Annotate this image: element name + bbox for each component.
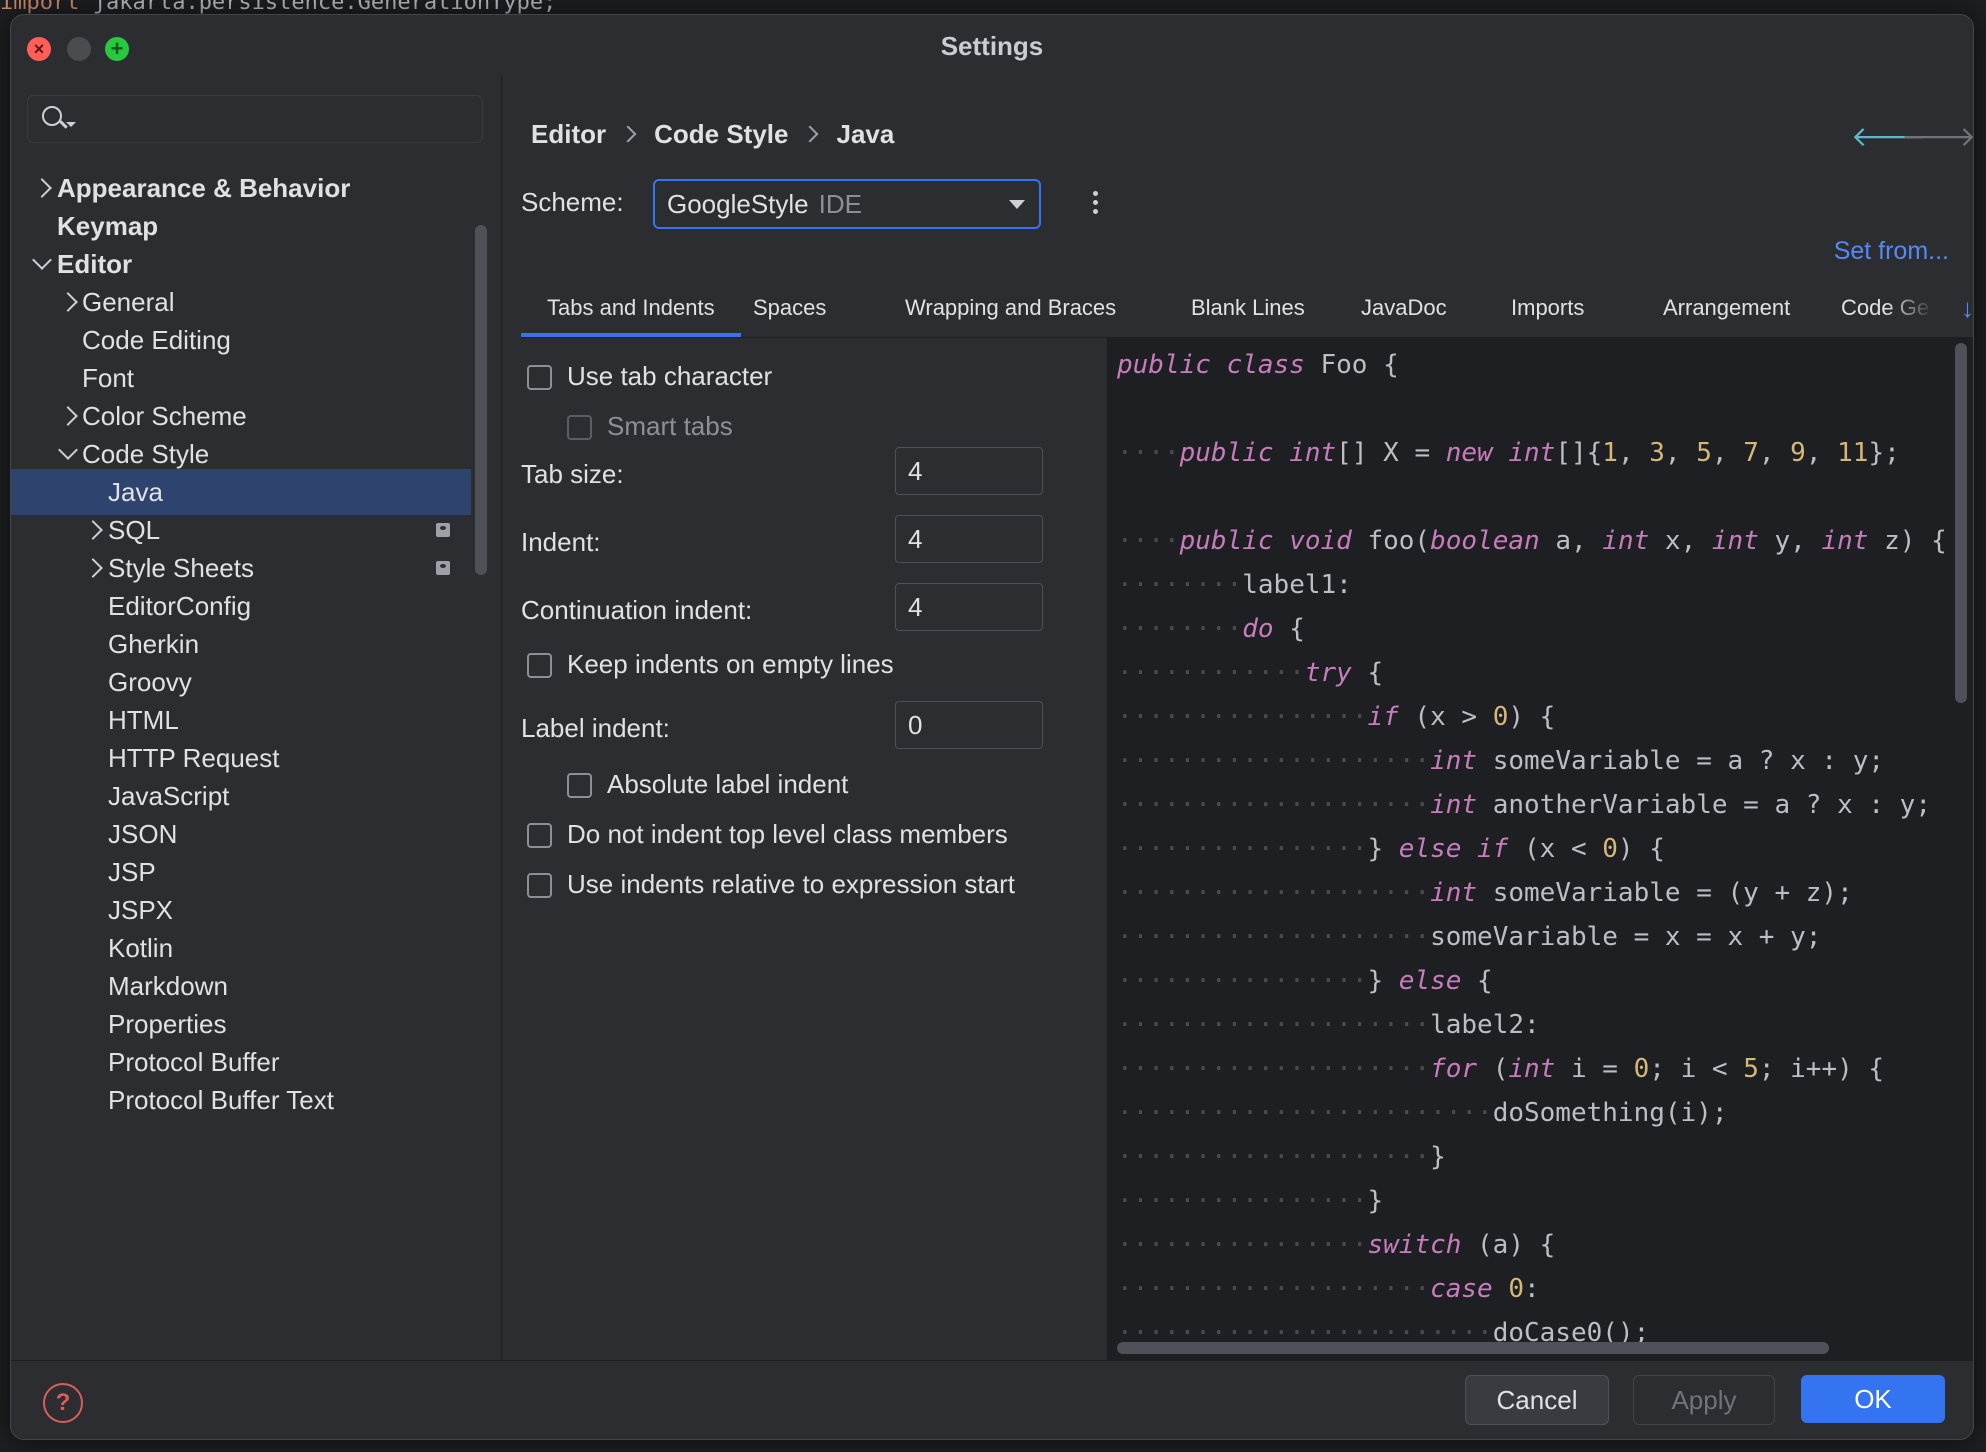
chevron-right-icon — [83, 558, 103, 578]
tab-tabs-and-indents[interactable]: Tabs and Indents — [521, 295, 741, 337]
checkbox-icon — [527, 823, 552, 848]
indent-label: Indent: — [521, 527, 601, 557]
scheme-dropdown[interactable]: GoogleStyle IDE — [653, 179, 1041, 229]
tab-size-label: Tab size: — [521, 459, 624, 489]
chevron-right-icon — [32, 178, 52, 198]
tab-overflow-arrow-icon[interactable]: ↓ — [1961, 293, 1973, 324]
project-scope-icon — [436, 561, 450, 575]
checkbox-icon — [527, 873, 552, 898]
checkbox-icon — [567, 773, 592, 798]
ok-button[interactable]: OK — [1801, 1375, 1945, 1423]
sidebar-scrollbar[interactable] — [475, 225, 487, 575]
indent-field[interactable]: 4 — [895, 515, 1043, 563]
chevron-down-icon — [58, 440, 78, 460]
project-scope-icon — [436, 523, 450, 537]
code-preview: public class Foo { ····public int[] X = … — [1107, 337, 1973, 1360]
tab-size-field[interactable]: 4 — [895, 447, 1043, 495]
checkbox-icon — [567, 415, 592, 440]
continuation-indent-label: Continuation indent: — [521, 595, 753, 625]
settings-content: Editor Code Style Java 🡐 🡒 Scheme: GoogleS… — [501, 75, 1973, 1360]
chevron-right-icon — [83, 520, 103, 540]
tree-item-label: Protocol Buffer Text — [108, 1085, 334, 1115]
tabs-and-indents-options: Use tab character Smart tabs Tab size: 4… — [501, 337, 1108, 1360]
apply-button[interactable]: Apply — [1633, 1375, 1775, 1425]
search-icon — [42, 106, 62, 126]
settings-sidebar: Appearance & Behavior Keymap Editor Gene… — [11, 75, 502, 1360]
tab-javadoc[interactable]: JavaDoc — [1361, 295, 1447, 321]
more-actions-icon[interactable] — [1093, 191, 1099, 218]
chevron-down-icon — [1009, 200, 1025, 209]
help-icon[interactable]: ? — [43, 1383, 83, 1423]
tab-imports[interactable]: Imports — [1511, 295, 1584, 321]
dialog-title: Settings — [940, 31, 1044, 61]
search-history-chevron-icon[interactable] — [66, 122, 76, 127]
code-preview-horizontal-scrollbar[interactable] — [1117, 1342, 1829, 1354]
breadcrumb-item-code-style[interactable]: Code Style — [654, 119, 788, 149]
code-style-tabs: Tabs and Indents Spaces Wrapping and Bra… — [521, 285, 1973, 338]
settings-dialog: × + Settings Appearance & Behavior Keyma… — [10, 14, 1974, 1440]
code-preview-vertical-scrollbar[interactable] — [1955, 343, 1967, 703]
label-indent-field[interactable]: 0 — [895, 701, 1043, 749]
scheme-value: GoogleStyle IDE — [667, 189, 862, 219]
tab-wrapping-and-braces[interactable]: Wrapping and Braces — [905, 295, 1116, 321]
label-indent-label: Label indent: — [521, 713, 670, 743]
tree-item-protocol-buffer-text[interactable]: Protocol Buffer Text — [11, 1077, 471, 1123]
set-from-link[interactable]: Set from... — [1834, 237, 1949, 266]
title-bar: × + Settings — [11, 15, 1973, 75]
tab-spaces[interactable]: Spaces — [753, 295, 826, 321]
breadcrumb-item-editor[interactable]: Editor — [531, 119, 606, 149]
checkbox-icon — [527, 653, 552, 678]
chevron-right-icon — [58, 292, 78, 312]
breadcrumb-separator-icon — [619, 125, 637, 143]
scheme-scope: IDE — [818, 189, 862, 219]
checkbox-icon — [527, 365, 552, 390]
code-preview-text: public class Foo { ····public int[] X = … — [1117, 350, 1947, 1348]
dialog-footer: ? Cancel Apply OK — [11, 1360, 1973, 1439]
cancel-button[interactable]: Cancel — [1465, 1375, 1609, 1425]
chevron-right-icon — [58, 406, 78, 426]
forward-arrow-icon[interactable]: 🡒 — [1901, 119, 1973, 153]
chevron-down-icon — [32, 250, 52, 270]
tab-overflow-fade — [1886, 285, 1966, 333]
settings-search-input[interactable] — [27, 95, 483, 143]
tab-arrangement[interactable]: Arrangement — [1663, 295, 1790, 321]
breadcrumb-separator-icon — [801, 125, 819, 143]
background-code-line: import jakarta.persistence.GenerationTyp… — [0, 0, 557, 15]
scheme-label: Scheme: — [521, 187, 624, 217]
breadcrumb-item-java: Java — [836, 119, 895, 149]
breadcrumb: Editor Code Style Java — [531, 119, 894, 150]
tab-blank-lines[interactable]: Blank Lines — [1191, 295, 1305, 321]
continuation-indent-field[interactable]: 4 — [895, 583, 1043, 631]
